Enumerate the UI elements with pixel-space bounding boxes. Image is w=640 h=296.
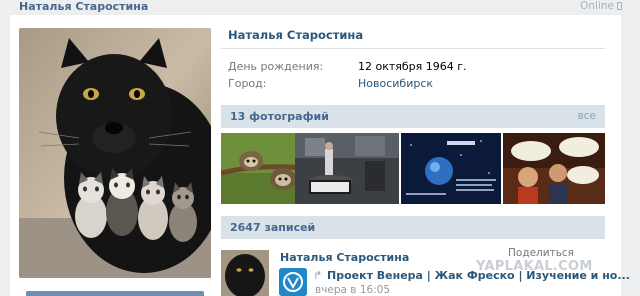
- panther-photo: [19, 28, 211, 278]
- online-label: Online: [580, 0, 614, 12]
- profile-name: Наталья Старостина: [228, 28, 364, 42]
- top-bar-name[interactable]: Наталья Старостина: [19, 0, 148, 13]
- space-photo: [401, 133, 501, 204]
- post-author-avatar[interactable]: [221, 250, 269, 296]
- divider: [221, 48, 605, 49]
- venus-project-logo-icon: [279, 268, 307, 296]
- mobile-phone-icon: [617, 2, 622, 10]
- post-author-name[interactable]: Наталья Старостина: [280, 251, 409, 264]
- repost-arrow-icon: ↱: [313, 269, 323, 282]
- photos-header[interactable]: 13 фотографий все: [221, 105, 605, 128]
- photo-thumbnail[interactable]: [401, 133, 501, 204]
- birthday-value: 12 октября 1964 г.: [358, 60, 467, 73]
- repost-group-avatar[interactable]: [279, 268, 307, 296]
- street-photo: [295, 133, 399, 204]
- panther-avatar-thumb: [221, 250, 269, 296]
- city-value[interactable]: Новосибирск: [358, 77, 433, 90]
- city-label: Город:: [228, 77, 267, 90]
- photos-all-link[interactable]: все: [578, 110, 596, 122]
- photos-title[interactable]: 13 фотографий: [230, 110, 329, 123]
- comic-photo: [503, 133, 605, 204]
- share-link[interactable]: Поделиться: [508, 247, 574, 259]
- birthday-label: День рождения:: [228, 60, 324, 73]
- post-timestamp[interactable]: вчера в 16:05: [315, 284, 390, 296]
- watermark: YAPLAKAL.COM: [476, 259, 593, 274]
- top-bar: Наталья Старостина Online: [0, 0, 640, 15]
- photo-thumbnail[interactable]: [503, 133, 605, 204]
- wall-header[interactable]: 2647 записей: [221, 216, 605, 239]
- photo-thumbnail[interactable]: [295, 133, 399, 204]
- profile-avatar[interactable]: [19, 28, 211, 278]
- online-status: Online: [580, 0, 622, 13]
- avatar-action-button[interactable]: [26, 291, 204, 296]
- wall-title[interactable]: 2647 записей: [230, 221, 315, 234]
